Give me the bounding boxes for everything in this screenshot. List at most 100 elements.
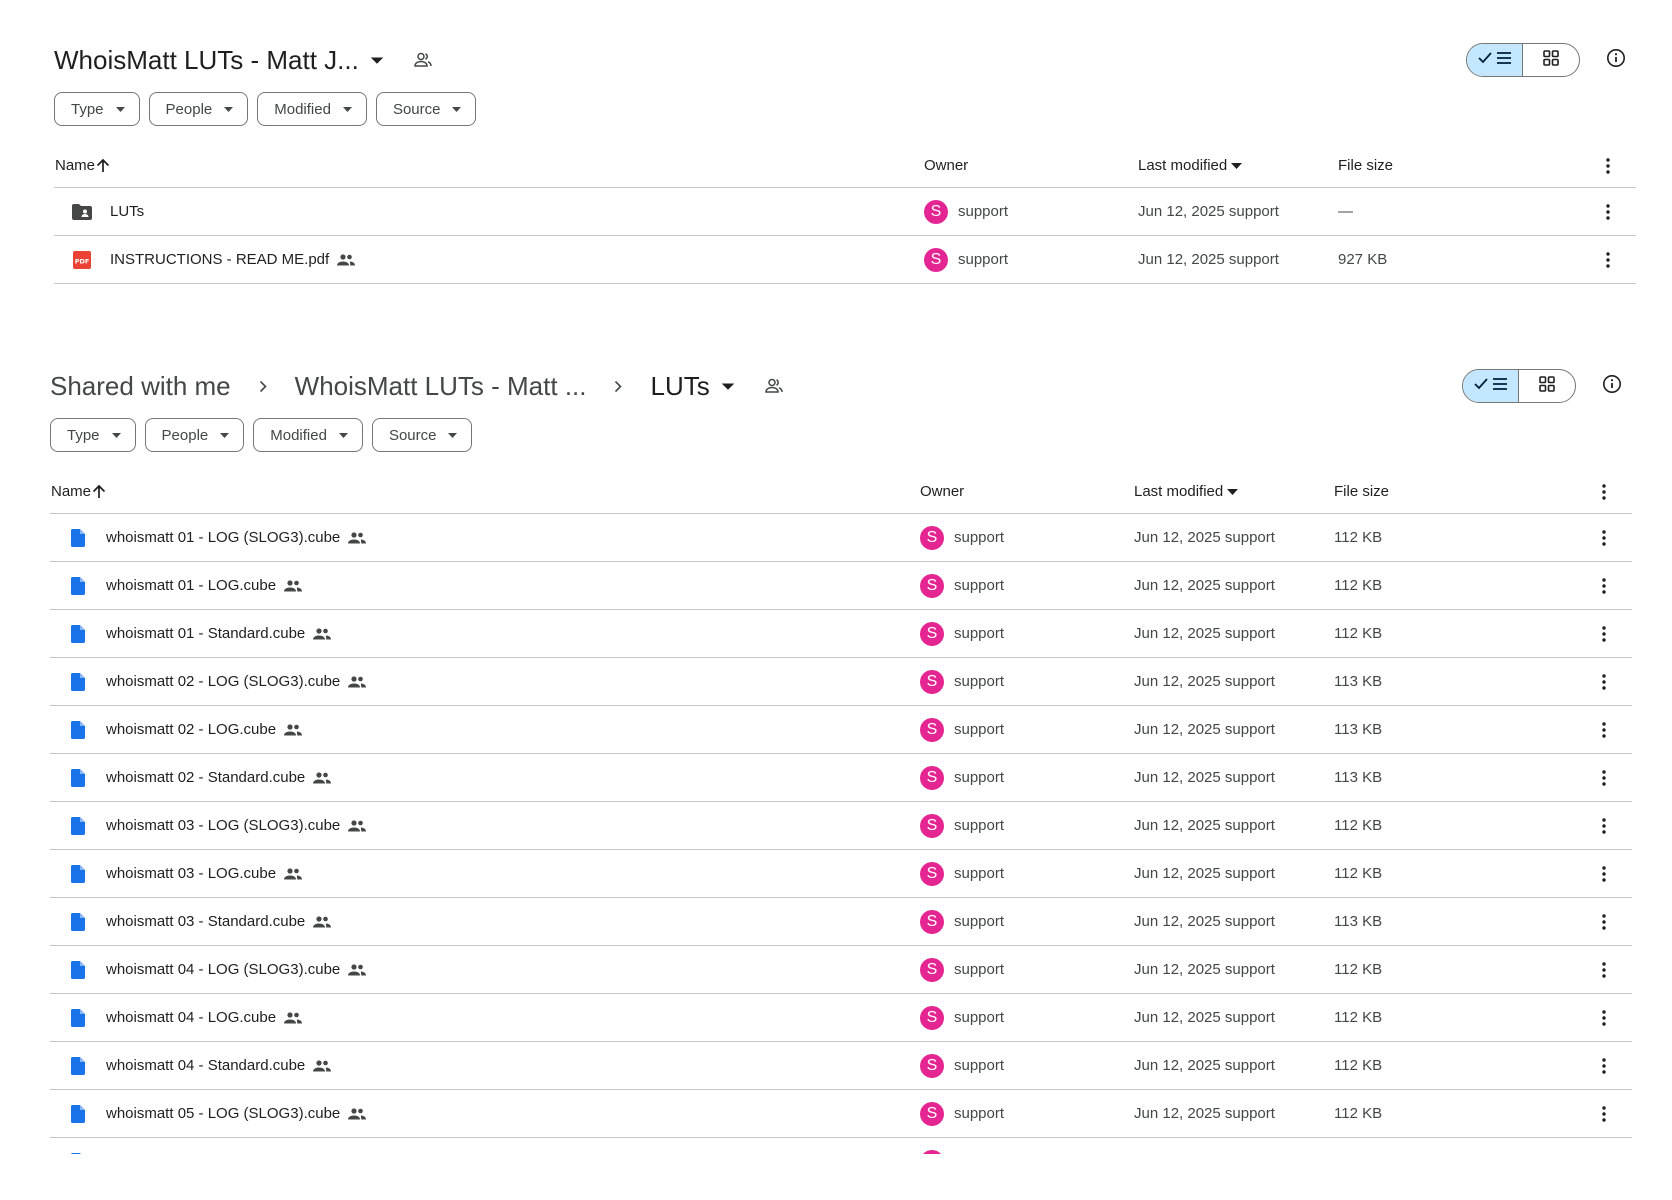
more-vert-icon[interactable] xyxy=(1592,1102,1616,1126)
modified-column-header[interactable]: Last modified xyxy=(1134,483,1239,500)
folder-menu-caret-icon[interactable] xyxy=(716,374,740,398)
table-row[interactable]: whoismatt 04 - LOG.cube S support Jun 12… xyxy=(50,994,1632,1042)
table-row[interactable]: whoismatt 02 - LOG.cube S support Jun 12… xyxy=(50,706,1632,754)
table-row[interactable]: whoismatt 02 - Standard.cube S support J… xyxy=(50,754,1632,802)
more-vert-icon[interactable] xyxy=(1592,574,1616,598)
modified-header-label: Last modified xyxy=(1138,157,1228,174)
more-vert-icon[interactable] xyxy=(1592,958,1616,982)
more-vert-icon[interactable] xyxy=(1592,766,1616,790)
file-name: whoismatt 05 - LOG (SLOG3).cube xyxy=(106,1105,341,1122)
size-cell: 112 KB xyxy=(1334,961,1383,978)
view-toggle xyxy=(1462,369,1576,403)
table-row[interactable]: PDF INSTRUCTIONS - READ ME.pdf S support… xyxy=(54,236,1636,284)
table-row[interactable]: whoismatt 02 - LOG (SLOG3).cube S suppor… xyxy=(50,658,1632,706)
more-vert-icon[interactable] xyxy=(1596,248,1620,272)
more-vert-icon[interactable] xyxy=(1592,1150,1616,1154)
size-cell: 112 KB xyxy=(1334,817,1383,834)
more-vert-icon[interactable] xyxy=(1592,1054,1616,1078)
table-row[interactable]: whoismatt 05 - LOG (SLOG3).cube S suppor… xyxy=(50,1090,1632,1138)
table-row[interactable]: whoismatt 04 - LOG (SLOG3).cube S suppor… xyxy=(50,946,1632,994)
sort-ascending-icon[interactable] xyxy=(92,484,106,499)
more-vert-icon[interactable] xyxy=(1592,622,1616,646)
document-icon xyxy=(66,814,90,838)
size-cell: 113 KB xyxy=(1334,769,1383,786)
more-vert-icon[interactable] xyxy=(1592,862,1616,886)
grid-icon xyxy=(1543,49,1559,71)
people-icon xyxy=(348,819,367,832)
size-cell: 112 KB xyxy=(1334,865,1383,882)
drive-folder-panel: WhoisMatt LUTs - Matt J... Type People M… xyxy=(54,36,1636,284)
modified-column-header[interactable]: Last modified xyxy=(1138,157,1243,174)
list-view-button[interactable] xyxy=(1467,44,1523,76)
name-cell: whoismatt 03 - LOG (SLOG3).cube xyxy=(50,814,367,838)
table-row[interactable]: whoismatt 01 - LOG (SLOG3).cube S suppor… xyxy=(50,514,1632,562)
owner-cell: S support xyxy=(924,199,1008,224)
more-vert-icon[interactable] xyxy=(1592,1006,1616,1030)
shared-folder-icon[interactable] xyxy=(762,374,786,398)
name-cell: whoismatt 02 - LOG (SLOG3).cube xyxy=(50,670,367,694)
name-column-header[interactable]: Name xyxy=(54,157,110,174)
sort-ascending-icon[interactable] xyxy=(96,158,110,173)
owner-header-label: Owner xyxy=(920,483,965,500)
filter-source[interactable]: Source xyxy=(371,418,473,452)
grid-view-button[interactable] xyxy=(1523,44,1579,76)
chip-label: Modified xyxy=(270,426,327,444)
more-vert-icon[interactable] xyxy=(1592,526,1616,550)
shared-folder-icon[interactable] xyxy=(411,48,435,72)
chip-label: Source xyxy=(392,100,441,118)
more-vert-icon[interactable] xyxy=(1592,718,1616,742)
document-icon xyxy=(66,718,90,742)
owner-column-header: Owner xyxy=(924,157,968,174)
owner-cell: S support xyxy=(920,1053,1004,1078)
file-name: whoismatt 03 - Standard.cube xyxy=(106,913,306,930)
people-icon xyxy=(284,723,303,736)
folder-menu-caret-icon[interactable] xyxy=(365,48,389,72)
more-vert-icon[interactable] xyxy=(1596,200,1620,224)
owner-cell: S support xyxy=(920,525,1004,550)
people-icon xyxy=(284,1011,303,1024)
name-cell: PDF INSTRUCTIONS - READ ME.pdf xyxy=(54,248,356,272)
owner-name: support xyxy=(954,1009,1005,1026)
list-view-button[interactable] xyxy=(1463,370,1519,402)
more-vert-icon[interactable] xyxy=(1592,670,1616,694)
document-icon xyxy=(66,1150,90,1154)
table-row[interactable]: whoismatt 01 - Standard.cube S support J… xyxy=(50,610,1632,658)
table-row[interactable]: whoismatt 05 - LOG.cube S support Jun 12… xyxy=(50,1138,1632,1154)
details-button[interactable] xyxy=(1596,40,1636,80)
avatar: S xyxy=(920,621,944,646)
filter-people[interactable]: People xyxy=(144,418,245,452)
name-cell: whoismatt 04 - LOG.cube xyxy=(50,1006,303,1030)
filter-modified[interactable]: Modified xyxy=(257,92,367,126)
table-row[interactable]: LUTs S support Jun 12, 2025 support — xyxy=(54,188,1636,236)
more-vert-icon[interactable] xyxy=(1592,910,1616,934)
grid-view-button[interactable] xyxy=(1519,370,1575,402)
table-row[interactable]: whoismatt 03 - LOG.cube S support Jun 12… xyxy=(50,850,1632,898)
filter-modified[interactable]: Modified xyxy=(253,418,363,452)
avatar: S xyxy=(920,861,944,886)
more-vert-icon[interactable] xyxy=(1592,814,1616,838)
name-cell: whoismatt 04 - Standard.cube xyxy=(50,1054,332,1078)
document-icon xyxy=(66,862,90,886)
size-cell: 112 KB xyxy=(1334,1105,1383,1122)
breadcrumb-current-folder[interactable]: LUTs xyxy=(650,371,709,402)
filter-type[interactable]: Type xyxy=(54,92,140,126)
breadcrumb-parent-folder[interactable]: WhoisMatt LUTs - Matt ... xyxy=(295,371,587,402)
name-column-header[interactable]: Name xyxy=(50,483,106,500)
table-row[interactable]: whoismatt 03 - Standard.cube S support J… xyxy=(50,898,1632,946)
details-button[interactable] xyxy=(1592,366,1632,406)
table-row[interactable]: whoismatt 03 - LOG (SLOG3).cube S suppor… xyxy=(50,802,1632,850)
breadcrumb-shared-with-me[interactable]: Shared with me xyxy=(50,371,231,402)
file-name: whoismatt 02 - LOG (SLOG3).cube xyxy=(106,673,341,690)
table-row[interactable]: whoismatt 01 - LOG.cube S support Jun 12… xyxy=(50,562,1632,610)
modified-cell: Jun 12, 2025 support xyxy=(1134,721,1275,738)
breadcrumb: Shared with me WhoisMatt LUTs - Matt ...… xyxy=(50,362,1632,410)
people-icon xyxy=(284,579,303,592)
more-vert-icon[interactable] xyxy=(1596,154,1620,178)
table-row[interactable]: whoismatt 04 - Standard.cube S support J… xyxy=(50,1042,1632,1090)
more-vert-icon[interactable] xyxy=(1592,480,1616,504)
filter-people[interactable]: People xyxy=(148,92,249,126)
filter-type[interactable]: Type xyxy=(50,418,136,452)
folder-title-button[interactable]: WhoisMatt LUTs - Matt J... xyxy=(54,45,389,76)
modified-cell: Jun 12, 2025 support xyxy=(1134,1105,1275,1122)
filter-source[interactable]: Source xyxy=(375,92,477,126)
